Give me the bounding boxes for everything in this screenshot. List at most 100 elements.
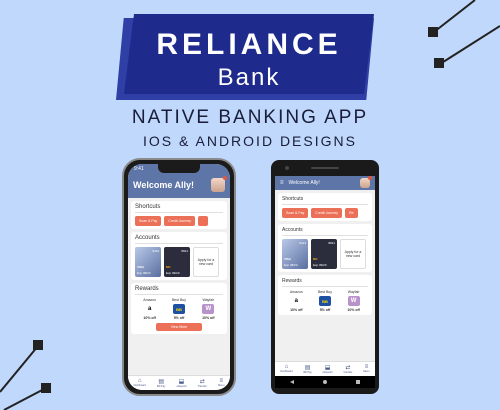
- camera-icon: [285, 166, 289, 170]
- reward-offer: 10% off: [290, 308, 303, 312]
- card-expiry: Exp 08/23: [137, 271, 151, 275]
- shortcut-scan-pay[interactable]: Scan & Pay: [135, 216, 162, 226]
- home-button-icon[interactable]: [322, 380, 327, 384]
- reward-name: Wayfair: [202, 298, 215, 302]
- accounts-card: Accounts 9413 VISA Exp 08/23 8921 MC Exp…: [278, 224, 372, 272]
- welcome-title: Welcome Ally!: [288, 180, 320, 186]
- apply-card-button[interactable]: Apply for a new card: [193, 247, 219, 277]
- shortcuts-card: Shortcuts Scan & Pay Credit Journey Re: [278, 193, 372, 221]
- reward-amazon[interactable]: Amazon a 10% off: [136, 298, 164, 320]
- card-brand: MC: [313, 257, 318, 261]
- account-card-visa[interactable]: 9413 VISA Exp 08/23: [282, 239, 308, 269]
- avatar[interactable]: [360, 176, 372, 188]
- view-more-button[interactable]: View More: [156, 323, 202, 331]
- android-nav-bar: [275, 376, 375, 388]
- shortcuts-title: Shortcuts: [135, 204, 223, 213]
- brand-subtitle: Bank: [217, 64, 281, 91]
- shortcut-more[interactable]: [198, 216, 209, 226]
- recents-icon[interactable]: [356, 380, 361, 384]
- reward-bestbuy[interactable]: Best Buy BB 5% off: [311, 290, 339, 312]
- tab-menu[interactable]: ≡ Menu: [218, 378, 224, 388]
- reward-bestbuy[interactable]: Best Buy BB 5% off: [165, 298, 193, 320]
- reward-name: Amazon: [143, 298, 157, 302]
- card-number: 9413: [299, 241, 306, 245]
- tab-bar: ⌂ Dashboard ▤ Bill Pay ⬓ eDeposit ⇄ Transfer…: [275, 361, 375, 376]
- shortcut-more[interactable]: Re: [345, 208, 358, 218]
- welcome-title: Welcome Ally!: [133, 180, 195, 190]
- bestbuy-logo-icon: BB: [318, 296, 331, 306]
- reward-name: Best Buy: [171, 298, 186, 302]
- rewards-title: Rewards: [282, 278, 368, 287]
- amazon-logo-icon: a: [147, 306, 152, 312]
- reward-offer: 10% off: [143, 316, 156, 320]
- tab-bill-pay[interactable]: ▤ Bill Pay: [157, 378, 165, 388]
- transfer-icon: ⇄: [199, 379, 205, 385]
- decor-bottom-left: [0, 340, 51, 410]
- reward-wayfair[interactable]: Wayfair W 10% off: [340, 290, 368, 312]
- iphone-mockup: Welcome Ally! 9:41 Shortcuts Scan & Pay …: [122, 158, 236, 396]
- card-brand: VISA: [284, 257, 292, 261]
- tab-transfer[interactable]: ⇄ Transfer: [198, 378, 207, 388]
- accounts-card: Accounts 9413 VISA Exp 08/23 8921 MC Exp…: [131, 232, 227, 280]
- shortcuts-title: Shortcuts: [282, 196, 368, 205]
- tab-transfer[interactable]: ⇄ Transfer: [343, 364, 352, 374]
- back-icon[interactable]: [289, 380, 294, 384]
- accounts-title: Accounts: [135, 235, 223, 244]
- brand-title: RELIANCE: [156, 28, 342, 61]
- deposit-icon: ⬓: [178, 379, 185, 385]
- reward-name: Best Buy: [317, 290, 332, 294]
- android-mockup: ≡ Welcome Ally! Shortcuts Scan & Pay Cre…: [271, 160, 379, 394]
- reward-offer: 10% off: [202, 316, 215, 320]
- rewards-card: Rewards Amazon a 10% off Best Buy BB 5% …: [278, 275, 372, 315]
- bestbuy-logo-icon: BB: [172, 304, 185, 314]
- amazon-logo-icon: a: [294, 298, 298, 304]
- reward-name: Wayfair: [347, 290, 360, 294]
- transfer-icon: ⇄: [345, 365, 351, 371]
- card-number: 8921: [328, 241, 335, 245]
- card-expiry: Exp 09/20: [166, 271, 180, 275]
- reward-wayfair[interactable]: Wayfair W 10% off: [194, 298, 222, 320]
- subline: IOS & ANDROID DESIGNS: [143, 133, 357, 149]
- tab-bill-pay[interactable]: ▤ Bill Pay: [303, 364, 311, 374]
- tab-edeposit[interactable]: ⬓ eDeposit: [177, 378, 187, 388]
- account-card-visa[interactable]: 9413 VISA Exp 08/23: [135, 247, 161, 277]
- tab-menu[interactable]: ≡ Menu: [363, 364, 369, 374]
- shortcut-scan-pay[interactable]: Scan & Pay: [282, 208, 309, 218]
- bill-icon: ▤: [158, 379, 165, 385]
- card-number: 9413: [152, 249, 159, 253]
- rewards-card: Rewards Amazon a 10% off Best Buy BB 5% …: [131, 283, 227, 334]
- wayfair-logo-icon: W: [202, 304, 215, 314]
- headline: NATIVE BANKING APP: [131, 107, 369, 128]
- card-brand: MC: [166, 265, 171, 269]
- tab-dashboard[interactable]: ⌂ Dashboard: [134, 378, 146, 388]
- reward-name: Amazon: [289, 290, 303, 294]
- card-expiry: Exp 08/23: [284, 263, 298, 267]
- card-number: 8921: [181, 249, 188, 253]
- iphone-screen: Welcome Ally! 9:41 Shortcuts Scan & Pay …: [128, 164, 230, 390]
- account-card-mastercard[interactable]: 8921 MC Exp 09/20: [164, 247, 190, 277]
- avatar[interactable]: [211, 176, 227, 192]
- rewards-title: Rewards: [135, 286, 223, 295]
- deposit-icon: ⬓: [324, 365, 331, 371]
- decor-top-right: [428, 0, 500, 68]
- app-header: ≡ Welcome Ally!: [275, 176, 375, 190]
- status-time: 9:41: [134, 166, 144, 172]
- bill-icon: ▤: [304, 365, 311, 371]
- shortcut-credit-journey[interactable]: Credit Journey: [311, 208, 343, 218]
- iphone-notch: [158, 164, 200, 173]
- tab-bar: ⌂ Dashboard ▤ Bill Pay ⬓ eDeposit ⇄ Transfer…: [128, 375, 230, 390]
- account-card-mastercard[interactable]: 8921 MC Exp 09/20: [311, 239, 337, 269]
- tab-dashboard[interactable]: ⌂ Dashboard: [280, 364, 292, 374]
- card-brand: VISA: [137, 265, 145, 269]
- wayfair-logo-icon: W: [347, 296, 360, 306]
- android-screen: ≡ Welcome Ally! Shortcuts Scan & Pay Cre…: [275, 176, 375, 376]
- accounts-title: Accounts: [282, 227, 368, 236]
- apply-card-button[interactable]: Apply for a new card: [340, 239, 366, 269]
- card-expiry: Exp 09/20: [313, 263, 327, 267]
- tab-edeposit[interactable]: ⬓ eDeposit: [323, 364, 333, 374]
- reward-offer: 5% off: [173, 316, 185, 320]
- shortcut-credit-journey[interactable]: Credit Journey: [164, 216, 196, 226]
- speaker-grille: [311, 167, 339, 169]
- reward-amazon[interactable]: Amazon a 10% off: [282, 290, 310, 312]
- reward-offer: 5% off: [319, 308, 331, 312]
